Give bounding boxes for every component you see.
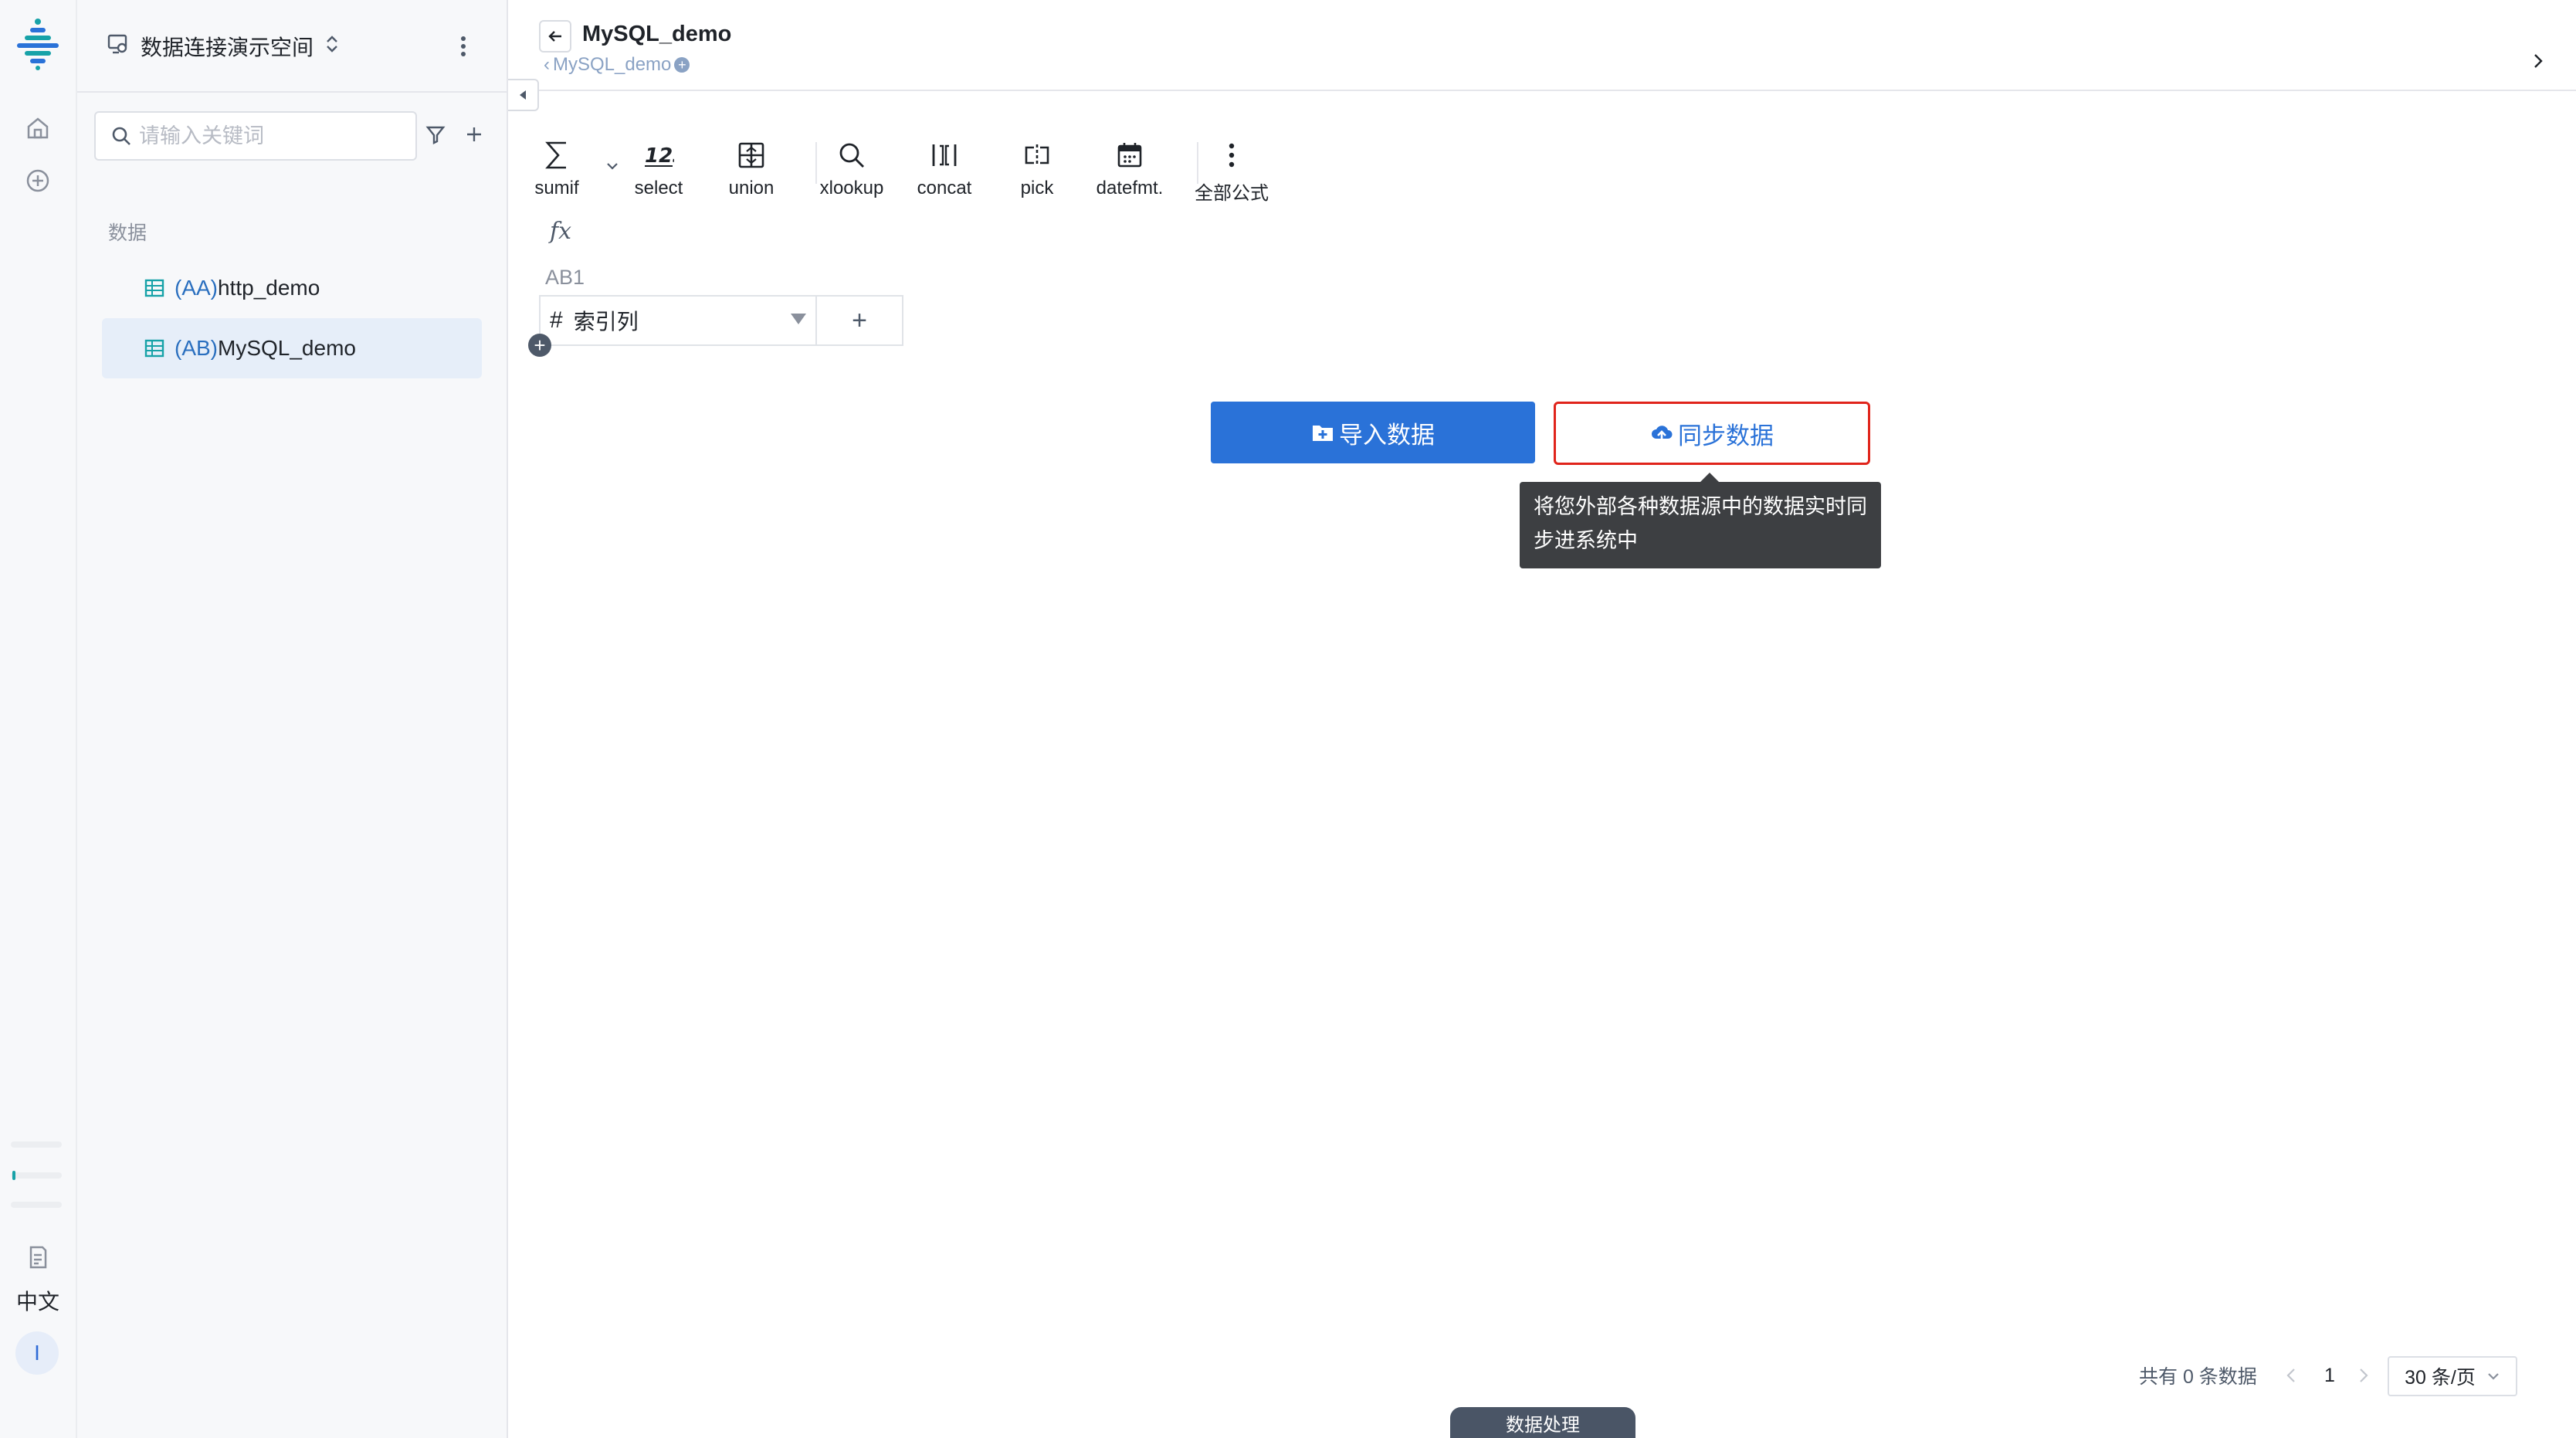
tool-label: xlookup bbox=[819, 178, 884, 198]
tool-all-formulas[interactable]: 全部公式 bbox=[1189, 136, 1274, 205]
table-name: MySQL_demo bbox=[218, 336, 356, 360]
app-logo-icon[interactable] bbox=[11, 17, 65, 71]
sync-data-label: 同步数据 bbox=[1678, 422, 1774, 449]
icon-rail: 中文 I bbox=[0, 0, 77, 1438]
chevron-down-icon bbox=[2488, 1373, 2499, 1380]
rail-indicator bbox=[12, 1171, 15, 1180]
more-vertical-icon[interactable] bbox=[448, 31, 479, 62]
search-input[interactable] bbox=[137, 123, 395, 149]
rail-divider bbox=[11, 1141, 62, 1148]
search-box bbox=[94, 111, 417, 161]
tool-label: select bbox=[634, 178, 683, 198]
add-row-icon[interactable]: + bbox=[528, 334, 551, 357]
table-name: http_demo bbox=[218, 276, 320, 300]
divider bbox=[508, 90, 2576, 91]
cell-reference: AB1 bbox=[545, 266, 585, 289]
tool-label: datefmt. bbox=[1096, 178, 1164, 198]
import-data-button[interactable]: 导入数据 bbox=[1211, 402, 1535, 463]
tool-concat[interactable]: concat bbox=[902, 136, 987, 199]
caret-left-icon bbox=[520, 90, 526, 100]
data-processing-tab[interactable]: 数据处理 bbox=[1450, 1407, 1635, 1438]
workspace-name: 数据连接演示空间 bbox=[141, 36, 314, 59]
avatar[interactable]: I bbox=[15, 1331, 59, 1375]
cloud-upload-icon bbox=[1652, 426, 1673, 442]
column-name: 索引列 bbox=[573, 310, 639, 334]
search-icon bbox=[838, 136, 866, 175]
sync-data-button[interactable]: 同步数据 bbox=[1554, 402, 1870, 465]
tool-datefmt[interactable]: datefmt. bbox=[1087, 136, 1172, 199]
page-size-select[interactable]: 30 条/页 bbox=[2388, 1356, 2517, 1396]
tool-label: pick bbox=[1020, 178, 1054, 198]
rail-divider bbox=[11, 1202, 62, 1208]
add-icon[interactable] bbox=[459, 119, 490, 150]
sidebar-item-http-demo[interactable]: (AA) http_demo bbox=[102, 258, 482, 318]
prev-page-icon[interactable] bbox=[2286, 1356, 2296, 1395]
tool-label: union bbox=[728, 178, 774, 198]
side-panel: 数据连接演示空间 数据 (AA) http_demo (AB) MySQL_de… bbox=[77, 0, 508, 1438]
calendar-icon bbox=[1116, 136, 1144, 175]
formula-icon[interactable]: fx bbox=[550, 218, 571, 245]
search-icon bbox=[111, 126, 131, 146]
page-number[interactable]: 1 bbox=[2324, 1356, 2335, 1395]
sync-tooltip: 将您外部各种数据源中的数据实时同 步进系统中 bbox=[1520, 473, 1881, 568]
add-circle-icon[interactable]: + bbox=[674, 57, 690, 73]
breadcrumb[interactable]: ‹ MySQL_demo + bbox=[544, 54, 690, 76]
language-switch[interactable]: 中文 bbox=[0, 1285, 76, 1316]
workspace-icon bbox=[107, 32, 130, 61]
rail-divider bbox=[11, 1172, 62, 1179]
union-icon bbox=[737, 136, 765, 175]
pick-icon bbox=[1022, 136, 1052, 175]
home-icon[interactable] bbox=[22, 113, 53, 144]
table-code: (AB) bbox=[175, 336, 218, 360]
table-icon bbox=[144, 339, 164, 358]
next-page-icon[interactable] bbox=[2358, 1356, 2369, 1395]
tool-label: 全部公式 bbox=[1195, 183, 1269, 204]
arrow-left-icon bbox=[548, 31, 561, 42]
import-data-label: 导入数据 bbox=[1339, 421, 1435, 449]
collapse-sidebar-button[interactable] bbox=[508, 79, 539, 111]
concat-icon bbox=[929, 136, 960, 175]
total-count: 共有 0 条数据 bbox=[2139, 1366, 2257, 1388]
caret-down-icon[interactable] bbox=[791, 314, 806, 324]
number-icon: 123 bbox=[643, 136, 674, 175]
add-column-button[interactable]: + bbox=[815, 295, 903, 346]
add-circle-icon[interactable] bbox=[22, 165, 53, 196]
tooltip-line: 将您外部各种数据源中的数据实时同 bbox=[1534, 495, 1867, 518]
more-vertical-icon bbox=[1228, 136, 1235, 175]
section-label: 数据 bbox=[108, 222, 147, 244]
column-type-icon: # bbox=[550, 307, 563, 333]
filter-icon[interactable] bbox=[420, 119, 451, 150]
chevron-right-icon[interactable] bbox=[2527, 49, 2550, 73]
tooltip-line: 步进系统中 bbox=[1534, 529, 1638, 552]
tool-pick[interactable]: pick bbox=[995, 136, 1080, 199]
tool-sumif[interactable]: sumif bbox=[514, 136, 599, 199]
divider bbox=[77, 91, 507, 93]
tool-select[interactable]: 123 select bbox=[616, 136, 701, 199]
breadcrumb-item[interactable]: MySQL_demo bbox=[553, 54, 671, 76]
page-title: MySQL_demo bbox=[582, 22, 732, 46]
tool-label: concat bbox=[917, 178, 972, 198]
folder-add-icon bbox=[1313, 426, 1333, 441]
back-button[interactable] bbox=[539, 20, 571, 53]
tool-label: sumif bbox=[534, 178, 579, 198]
chevron-updown-icon bbox=[324, 34, 340, 59]
table-code: (AA) bbox=[175, 276, 218, 300]
chevron-left-icon: ‹ bbox=[544, 54, 550, 75]
sidebar-item-mysql-demo[interactable]: (AB) MySQL_demo bbox=[102, 318, 482, 378]
main-area: MySQL_demo ‹ MySQL_demo + sumif 123 sele… bbox=[508, 0, 2576, 1438]
sigma-icon bbox=[543, 136, 571, 175]
table-icon bbox=[144, 279, 164, 297]
tool-xlookup[interactable]: xlookup bbox=[809, 136, 894, 199]
page-size-value: 30 条/页 bbox=[2405, 1367, 2476, 1389]
tool-union[interactable]: union bbox=[709, 136, 794, 199]
document-icon[interactable] bbox=[22, 1242, 53, 1273]
svg-text:123: 123 bbox=[645, 144, 674, 168]
column-header[interactable]: # 索引列 bbox=[539, 295, 820, 346]
workspace-switcher[interactable]: 数据连接演示空间 bbox=[107, 29, 340, 63]
